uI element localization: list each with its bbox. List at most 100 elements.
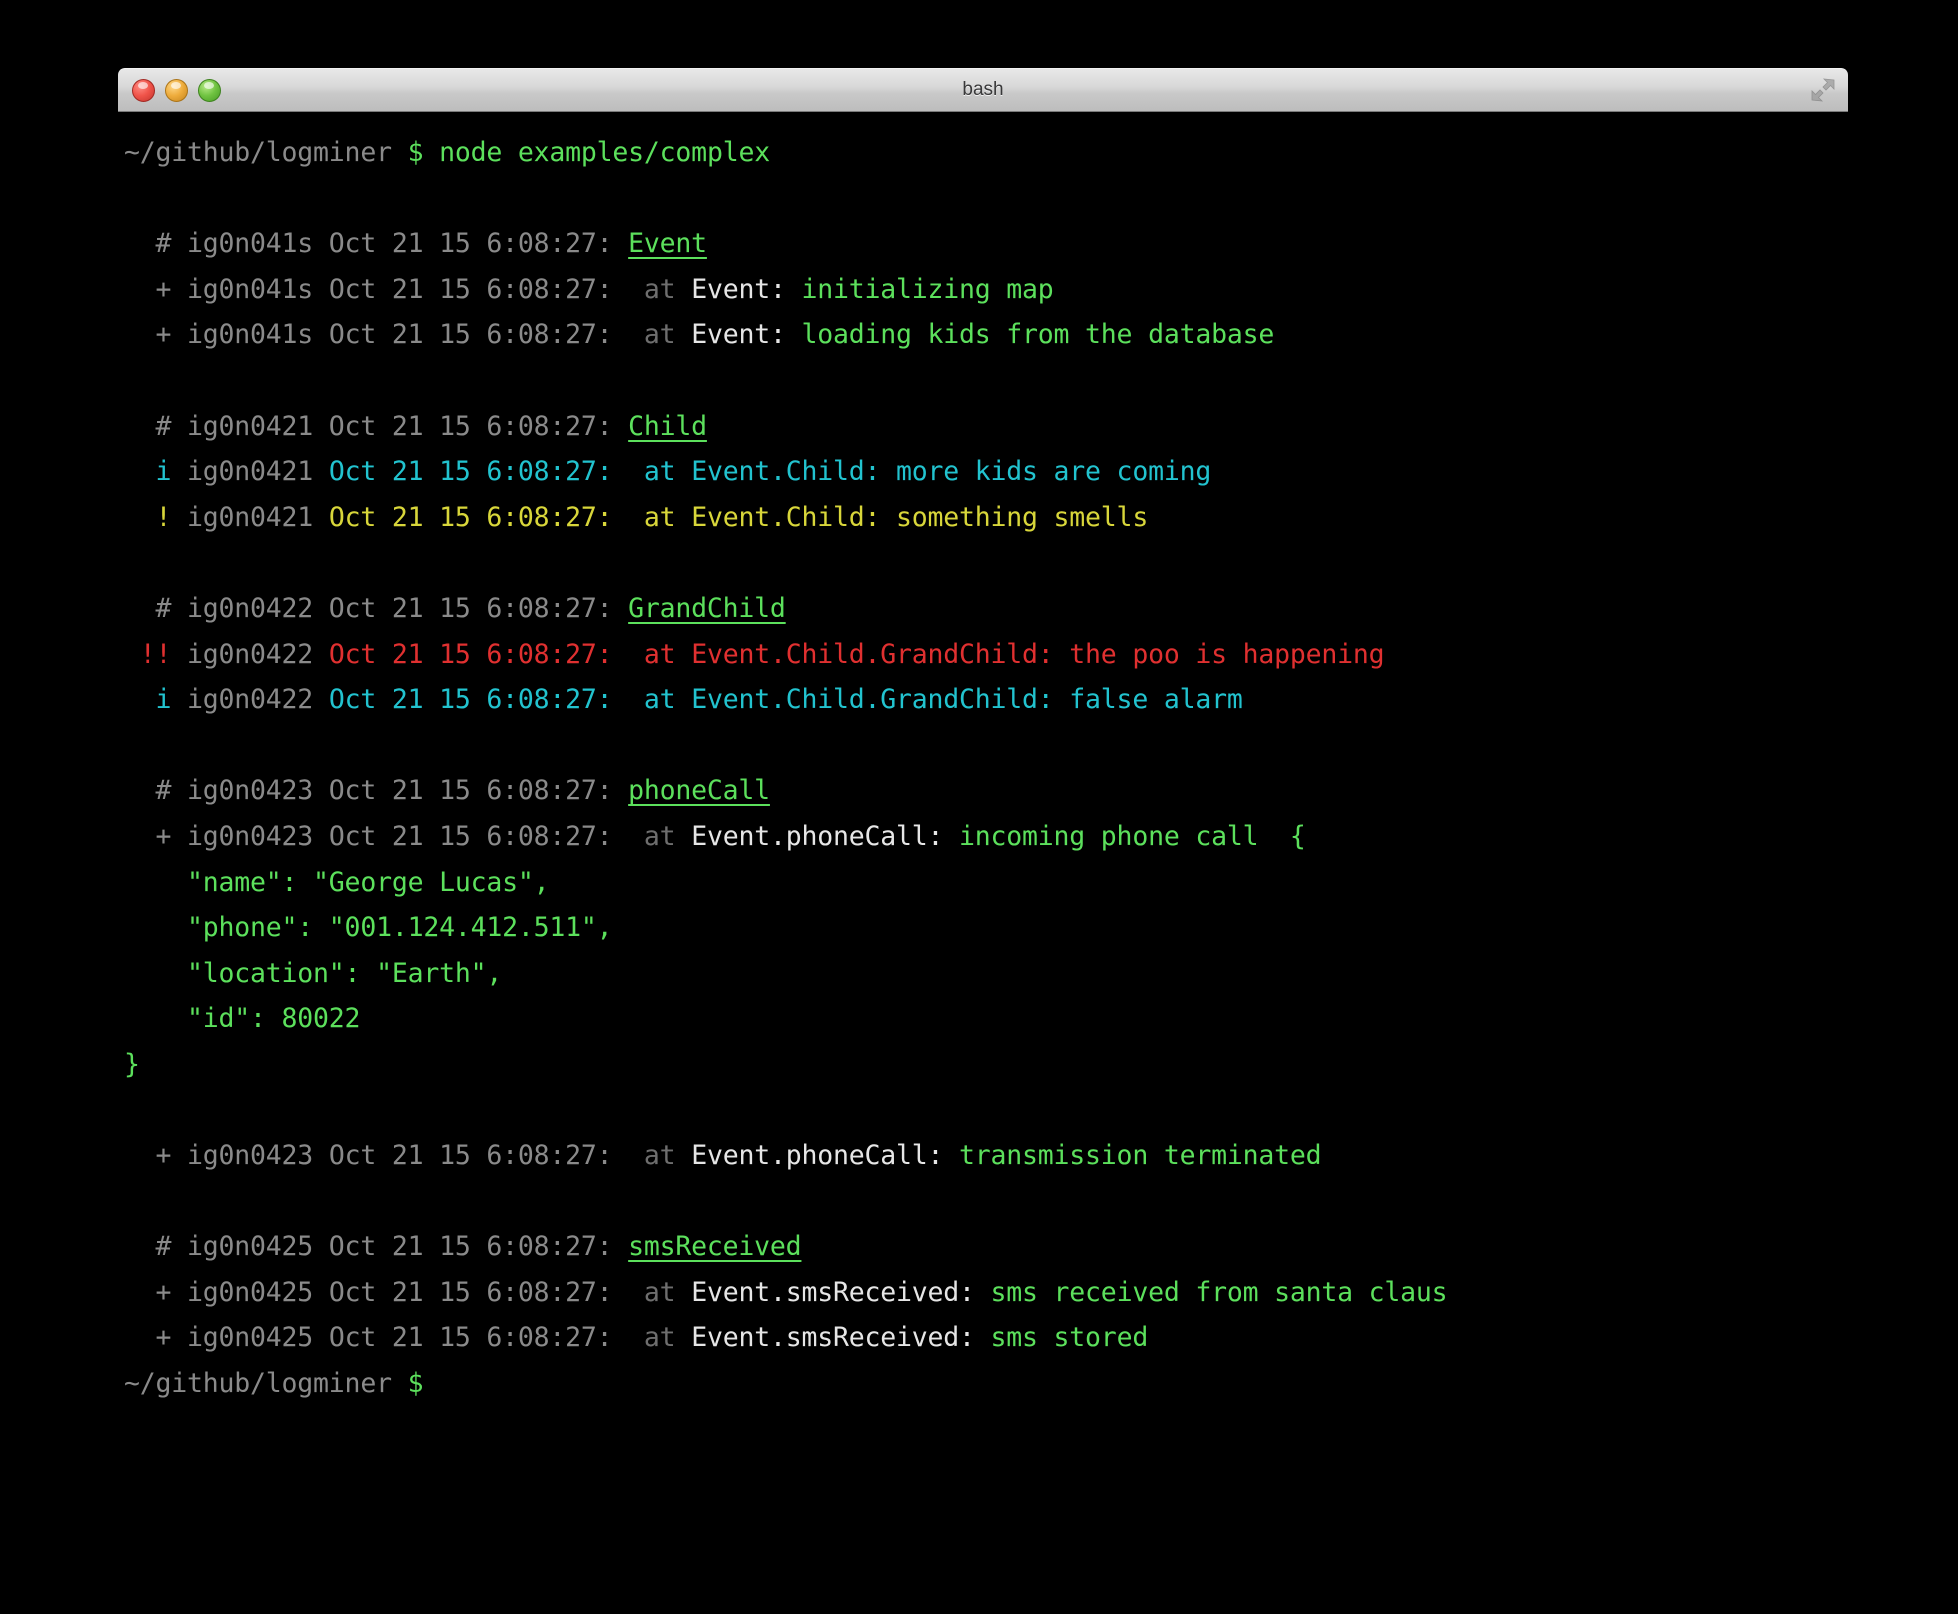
prompt-symbol: $	[408, 137, 424, 168]
log-at: at	[612, 319, 691, 350]
log-at: at	[612, 456, 691, 487]
blank-line	[124, 723, 1848, 769]
log-header-prefix: # ig0n0421 Oct 21 15 6:08:27:	[124, 411, 628, 442]
log-message: loading kids from the database	[801, 319, 1274, 350]
log-id: ig0n0425	[171, 1277, 329, 1308]
log-line: ! ig0n0421 Oct 21 15 6:08:27: at Event.C…	[124, 495, 1848, 541]
log-id: ig0n041s	[171, 274, 329, 305]
log-timestamp: Oct 21 15 6:08:27:	[329, 319, 613, 350]
log-id: ig0n0421	[171, 502, 329, 533]
log-header-prefix: # ig0n041s Oct 21 15 6:08:27:	[124, 228, 628, 259]
log-at: at	[612, 502, 691, 533]
window-controls	[132, 79, 221, 102]
title-bar[interactable]: bash	[118, 68, 1848, 112]
log-marker: +	[124, 1140, 171, 1171]
log-message: more kids are coming	[896, 456, 1211, 487]
log-timestamp: Oct 21 15 6:08:27:	[329, 1140, 613, 1171]
log-scope: Event.smsReceived:	[691, 1277, 990, 1308]
log-scope: Event.Child.GrandChild:	[691, 684, 1069, 715]
minimize-button[interactable]	[165, 79, 188, 102]
log-scope: Event:	[691, 319, 801, 350]
log-group-name: GrandChild	[628, 593, 786, 624]
log-id: ig0n041s	[171, 319, 329, 350]
prompt-symbol: $	[408, 1368, 424, 1399]
log-timestamp: Oct 21 15 6:08:27:	[329, 821, 613, 852]
log-id: ig0n0425	[171, 1322, 329, 1353]
log-line: i ig0n0421 Oct 21 15 6:08:27: at Event.C…	[124, 449, 1848, 495]
blank-line	[124, 540, 1848, 586]
resize-grip-icon[interactable]	[1810, 77, 1836, 103]
terminal-viewport[interactable]: ~/github/logminer $ node examples/comple…	[118, 112, 1848, 1546]
log-message: false alarm	[1069, 684, 1242, 715]
log-timestamp: Oct 21 15 6:08:27:	[329, 1277, 613, 1308]
log-at: at	[612, 684, 691, 715]
json-text: "phone": "001.124.412.511",	[124, 912, 612, 943]
zoom-button[interactable]	[198, 79, 221, 102]
log-timestamp: Oct 21 15 6:08:27:	[329, 456, 613, 487]
log-message: sms received from santa claus	[991, 1277, 1448, 1308]
log-marker: i	[124, 456, 171, 487]
log-timestamp: Oct 21 15 6:08:27:	[329, 274, 613, 305]
terminal-window[interactable]: bash ~/github/logminer $ node examples/c…	[118, 68, 1848, 1546]
log-line: + ig0n0423 Oct 21 15 6:08:27: at Event.p…	[124, 1133, 1848, 1179]
log-marker: !	[124, 502, 171, 533]
log-group-name: smsReceived	[628, 1231, 801, 1262]
blank-line	[124, 1087, 1848, 1133]
log-line: + ig0n041s Oct 21 15 6:08:27: at Event: …	[124, 267, 1848, 313]
log-id: ig0n0421	[171, 456, 329, 487]
log-header-prefix: # ig0n0422 Oct 21 15 6:08:27:	[124, 593, 628, 624]
log-group-name: Event	[628, 228, 707, 259]
log-line: + ig0n041s Oct 21 15 6:08:27: at Event: …	[124, 312, 1848, 358]
log-scope: Event.phoneCall:	[691, 821, 959, 852]
log-scope: Event.phoneCall:	[691, 1140, 959, 1171]
log-at: at	[612, 274, 691, 305]
log-marker: +	[124, 1277, 171, 1308]
command-text: node examples/complex	[423, 137, 770, 168]
blank-line	[124, 358, 1848, 404]
log-marker: i	[124, 684, 171, 715]
log-at: at	[612, 821, 691, 852]
terminal-output[interactable]: ~/github/logminer $ node examples/comple…	[118, 130, 1848, 1407]
log-message: the poo is happening	[1069, 639, 1384, 670]
log-group-header: # ig0n0422 Oct 21 15 6:08:27: GrandChild	[124, 586, 1848, 632]
log-message: incoming phone call	[959, 821, 1258, 852]
window-title: bash	[118, 79, 1848, 101]
blank-line	[124, 176, 1848, 222]
close-button[interactable]	[132, 79, 155, 102]
log-scope: Event:	[691, 274, 801, 305]
log-timestamp: Oct 21 15 6:08:27:	[329, 639, 613, 670]
prompt-path: ~/github/logminer	[124, 137, 392, 168]
log-message: sms stored	[991, 1322, 1149, 1353]
log-marker: !!	[124, 639, 171, 670]
command-line: ~/github/logminer $ node examples/comple…	[124, 130, 1848, 176]
log-marker: +	[124, 821, 171, 852]
log-at: at	[612, 1140, 691, 1171]
log-scope: Event.Child.GrandChild:	[691, 639, 1069, 670]
log-group-header: # ig0n0425 Oct 21 15 6:08:27: smsReceive…	[124, 1224, 1848, 1270]
log-scope: Event.smsReceived:	[691, 1322, 990, 1353]
log-trailer: {	[1258, 821, 1305, 852]
log-message: something smells	[896, 502, 1148, 533]
json-text: "id": 80022	[124, 1003, 360, 1034]
log-timestamp: Oct 21 15 6:08:27:	[329, 502, 613, 533]
log-scope: Event.Child:	[691, 456, 896, 487]
log-group-header: # ig0n0423 Oct 21 15 6:08:27: phoneCall	[124, 768, 1848, 814]
log-group-header: # ig0n0421 Oct 21 15 6:08:27: Child	[124, 404, 1848, 450]
json-text: "name": "George Lucas",	[124, 867, 549, 898]
log-marker: +	[124, 1322, 171, 1353]
json-text: "location": "Earth",	[124, 958, 502, 989]
log-id: ig0n0422	[171, 639, 329, 670]
blank-line	[124, 1179, 1848, 1225]
json-close-line: }	[124, 1042, 1848, 1088]
log-at: at	[612, 639, 691, 670]
log-scope: Event.Child:	[691, 502, 896, 533]
log-message: initializing map	[801, 274, 1053, 305]
json-text: }	[124, 1049, 140, 1080]
prompt-path: ~/github/logminer	[124, 1368, 392, 1399]
json-line: "name": "George Lucas",	[124, 860, 1848, 906]
log-group-name: phoneCall	[628, 775, 770, 806]
log-header-prefix: # ig0n0423 Oct 21 15 6:08:27:	[124, 775, 628, 806]
log-marker: +	[124, 319, 171, 350]
log-group-header: # ig0n041s Oct 21 15 6:08:27: Event	[124, 221, 1848, 267]
log-line: + ig0n0425 Oct 21 15 6:08:27: at Event.s…	[124, 1315, 1848, 1361]
